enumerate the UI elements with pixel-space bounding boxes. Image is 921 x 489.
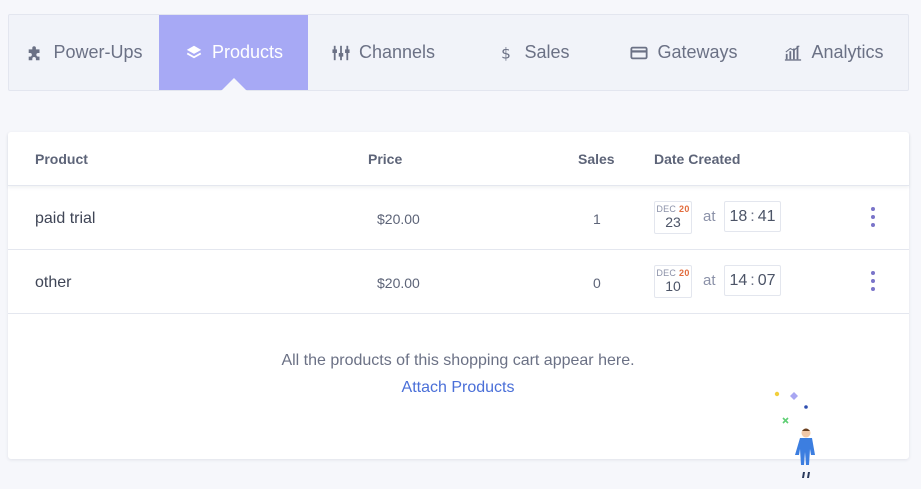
column-header-sales: Sales: [578, 151, 615, 167]
product-sales: 1: [593, 211, 601, 227]
tab-label: Power-Ups: [53, 42, 143, 62]
dollar-icon: $: [496, 43, 516, 63]
column-header-date-created: Date Created: [654, 151, 741, 167]
time-badge: 14:07: [724, 265, 781, 296]
svg-text:$: $: [502, 44, 512, 62]
tab-sales[interactable]: $ Sales: [458, 15, 608, 90]
person-illustration-icon: [774, 391, 815, 478]
tab-label: Analytics: [811, 42, 884, 62]
product-name[interactable]: paid trial: [35, 210, 95, 228]
date-badge: DEC 20 10: [654, 265, 692, 298]
product-price: $20.00: [377, 211, 420, 227]
tab-bar: Power-Ups Products Channels $ Sales Gate…: [8, 14, 909, 91]
date-day: 10: [665, 278, 681, 294]
time-minute: 41: [757, 207, 776, 225]
product-name[interactable]: other: [35, 274, 71, 292]
row-menu-icon[interactable]: [867, 271, 879, 295]
tab-power-ups[interactable]: Power-Ups: [9, 15, 159, 90]
date-month: DEC: [656, 268, 677, 278]
table-header: Product Price Sales Date Created: [8, 132, 909, 186]
tab-analytics[interactable]: Analytics: [759, 15, 908, 90]
layers-icon: [184, 43, 204, 63]
column-header-product: Product: [35, 151, 88, 167]
table-row[interactable]: paid trial $20.00 1 DEC 20 23 at 18:41: [8, 186, 909, 250]
tab-label: Sales: [524, 42, 570, 62]
at-label: at: [703, 208, 716, 225]
tab-label: Gateways: [657, 42, 738, 62]
row-menu-icon[interactable]: [867, 207, 879, 231]
date-year: 20: [679, 204, 690, 214]
bar-chart-icon: [783, 43, 803, 63]
date-month: DEC: [656, 204, 677, 214]
product-price: $20.00: [377, 275, 420, 291]
at-label: at: [703, 272, 716, 289]
tab-products[interactable]: Products: [159, 15, 308, 90]
tab-gateways[interactable]: Gateways: [608, 15, 759, 90]
date-year: 20: [679, 268, 690, 278]
time-hour: 18: [729, 207, 748, 225]
empty-state-message: All the products of this shopping cart a…: [281, 352, 635, 369]
credit-card-icon: [629, 43, 649, 63]
tab-label: Channels: [358, 42, 436, 62]
table-row[interactable]: other $20.00 0 DEC 20 10 at 14:07: [8, 250, 909, 314]
time-badge: 18:41: [724, 201, 781, 232]
product-sales: 0: [593, 275, 601, 291]
date-day: 23: [665, 214, 681, 230]
puzzle-icon: [25, 43, 45, 63]
tab-channels[interactable]: Channels: [308, 15, 458, 90]
column-header-price: Price: [368, 151, 403, 167]
date-badge: DEC 20 23: [654, 201, 692, 234]
channels-icon: [331, 43, 351, 63]
time-minute: 07: [757, 271, 776, 289]
time-hour: 14: [729, 271, 748, 289]
tab-label: Products: [211, 42, 284, 62]
